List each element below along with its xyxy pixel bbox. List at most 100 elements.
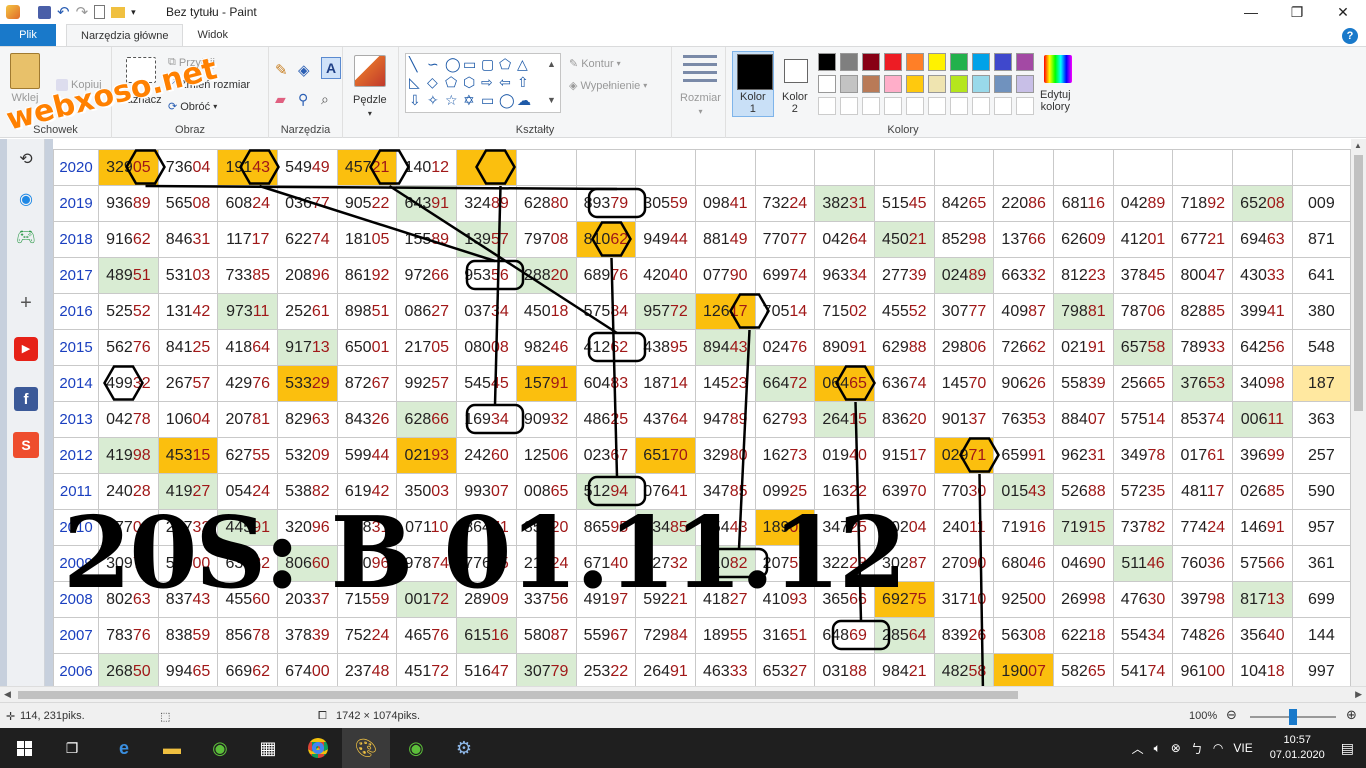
ime-icon[interactable]: ㄅ: [1191, 740, 1203, 757]
facebook-icon[interactable]: f: [10, 385, 42, 413]
eraser-icon[interactable]: ▰: [275, 91, 286, 108]
curve-shape-icon[interactable]: ∽: [427, 57, 439, 71]
edge-icon[interactable]: e: [100, 728, 148, 768]
zoom-slider-thumb[interactable]: [1289, 709, 1297, 725]
rotate-button[interactable]: ⟳ Obróć ▾: [168, 100, 217, 114]
color-picker-icon[interactable]: ⚲: [298, 91, 308, 108]
gamepad-icon[interactable]: 🎮︎: [10, 223, 42, 251]
palette-swatch[interactable]: [862, 53, 880, 71]
save-icon[interactable]: [38, 5, 51, 19]
palette-swatch[interactable]: [818, 53, 836, 71]
palette-swatch[interactable]: [840, 75, 858, 93]
file-explorer-icon[interactable]: ▬: [148, 728, 196, 768]
palette-swatch[interactable]: [906, 75, 924, 93]
polygon-shape-icon[interactable]: ⬠: [499, 57, 511, 71]
messenger-icon[interactable]: ◉: [10, 185, 42, 213]
palette-swatch-empty[interactable]: [1016, 97, 1034, 115]
callout-oval-shape-icon[interactable]: ◯: [499, 93, 515, 107]
youtube-icon[interactable]: ▶: [10, 335, 42, 363]
open-file-icon[interactable]: [111, 6, 126, 18]
four-point-star-shape-icon[interactable]: ✧: [427, 93, 439, 107]
magnifier-icon[interactable]: ⌕: [321, 91, 329, 108]
add-icon[interactable]: +: [10, 289, 42, 317]
triangle-shape-icon[interactable]: △: [517, 57, 528, 71]
palette-swatch[interactable]: [906, 53, 924, 71]
fill-button[interactable]: ◈ Wypełnienie ▾: [569, 79, 647, 93]
tab-home[interactable]: Narzędzia główne: [66, 24, 184, 46]
color2-swatch[interactable]: [784, 59, 808, 83]
arrow-left-shape-icon[interactable]: ⇦: [499, 75, 511, 89]
coccoc-2-icon[interactable]: ◉: [392, 728, 440, 768]
palette-swatch[interactable]: [1016, 53, 1034, 71]
new-file-icon[interactable]: [94, 5, 106, 19]
palette-swatch-empty[interactable]: [928, 97, 946, 115]
palette-swatch[interactable]: [994, 75, 1012, 93]
redo-icon[interactable]: ↷: [76, 3, 89, 21]
paint-taskbar-icon[interactable]: 🎨︎: [342, 728, 390, 768]
line-shape-icon[interactable]: ╲: [409, 57, 417, 71]
scroll-thumb-h[interactable]: [18, 691, 1018, 699]
six-point-star-shape-icon[interactable]: ✡: [463, 93, 475, 107]
palette-swatch[interactable]: [884, 75, 902, 93]
pentagon-shape-icon[interactable]: ⬠: [445, 75, 457, 89]
edit-colors-icon[interactable]: [1044, 55, 1072, 83]
tray-chevron-icon[interactable]: ︿: [1132, 740, 1144, 757]
windows-start-icon[interactable]: [0, 728, 48, 768]
palette-swatch[interactable]: [972, 53, 990, 71]
undo-icon[interactable]: ↶: [57, 3, 70, 21]
palette-swatch[interactable]: [950, 75, 968, 93]
language-indicator[interactable]: VIE: [1233, 741, 1252, 755]
arrow-right-shape-icon[interactable]: ⇨: [481, 75, 493, 89]
edit-colors-label[interactable]: Edytuj kolory: [1040, 89, 1071, 113]
drawing-canvas[interactable]: 2020 32905 73604 19143 54949 45721 14012 2019 93…: [53, 139, 1351, 686]
cloud-shape-icon[interactable]: ☁: [517, 93, 531, 107]
palette-swatch[interactable]: [862, 75, 880, 93]
palette-swatch[interactable]: [950, 53, 968, 71]
palette-swatch-empty[interactable]: [994, 97, 1012, 115]
task-view-icon[interactable]: ❐: [48, 728, 96, 768]
gallery-scroll-up-icon[interactable]: ▲: [547, 57, 556, 71]
hexagon-shape-icon[interactable]: ⬡: [463, 75, 475, 89]
close-icon[interactable]: ✕: [1320, 0, 1366, 24]
palette-swatch[interactable]: [840, 53, 858, 71]
coccoc-icon[interactable]: ◉: [196, 728, 244, 768]
rectangle-shape-icon[interactable]: ▭: [463, 57, 476, 71]
clock[interactable]: 10:57 07.01.2020: [1270, 733, 1325, 763]
oval-shape-icon[interactable]: ◯: [445, 57, 461, 71]
scroll-thumb[interactable]: [1354, 155, 1363, 411]
palette-swatch-empty[interactable]: [950, 97, 968, 115]
arrow-up-shape-icon[interactable]: ⇧: [517, 75, 529, 89]
network-icon[interactable]: ⊗: [1171, 741, 1181, 755]
scroll-left-icon[interactable]: ◀: [4, 689, 11, 700]
star-shape-icon[interactable]: ☆: [445, 93, 458, 107]
arrow-down-shape-icon[interactable]: ⇩: [409, 93, 421, 107]
zoom-in-icon[interactable]: ⊕: [1346, 707, 1357, 723]
tab-view[interactable]: Widok: [183, 24, 242, 46]
rounded-rectangle-shape-icon[interactable]: ▢: [481, 57, 494, 71]
palette-swatch-empty[interactable]: [906, 97, 924, 115]
customize-toolbar-icon[interactable]: ▾: [131, 7, 136, 18]
tab-file[interactable]: Plik: [0, 24, 56, 46]
fill-bucket-icon[interactable]: ◈: [298, 61, 310, 79]
palette-swatch[interactable]: [928, 75, 946, 93]
settings-app-icon[interactable]: ⚙: [440, 728, 488, 768]
palette-swatch[interactable]: [928, 53, 946, 71]
wifi-icon[interactable]: ◠: [1213, 741, 1223, 755]
paint-app-icon[interactable]: [6, 5, 20, 19]
callout-rect-shape-icon[interactable]: ▭: [481, 93, 494, 107]
palette-swatch[interactable]: [994, 53, 1012, 71]
pencil-icon[interactable]: ✎: [275, 61, 288, 79]
horizontal-scrollbar[interactable]: ◀ ▶: [0, 686, 1366, 702]
zoom-out-icon[interactable]: ⊖: [1226, 707, 1237, 723]
outline-button[interactable]: ✎ Kontur ▾: [569, 57, 621, 71]
store-icon[interactable]: ▦: [244, 728, 292, 768]
maximize-icon[interactable]: ❐: [1274, 0, 1320, 24]
right-triangle-shape-icon[interactable]: ◺: [409, 75, 420, 89]
help-icon[interactable]: ?: [1342, 28, 1358, 44]
history-icon[interactable]: ⟲: [10, 145, 42, 173]
notifications-icon[interactable]: ▤: [1341, 740, 1354, 757]
palette-swatch-empty[interactable]: [884, 97, 902, 115]
scroll-up-icon[interactable]: ▲: [1354, 141, 1362, 150]
scroll-right-icon[interactable]: ▶: [1355, 689, 1362, 700]
palette-swatch-empty[interactable]: [862, 97, 880, 115]
